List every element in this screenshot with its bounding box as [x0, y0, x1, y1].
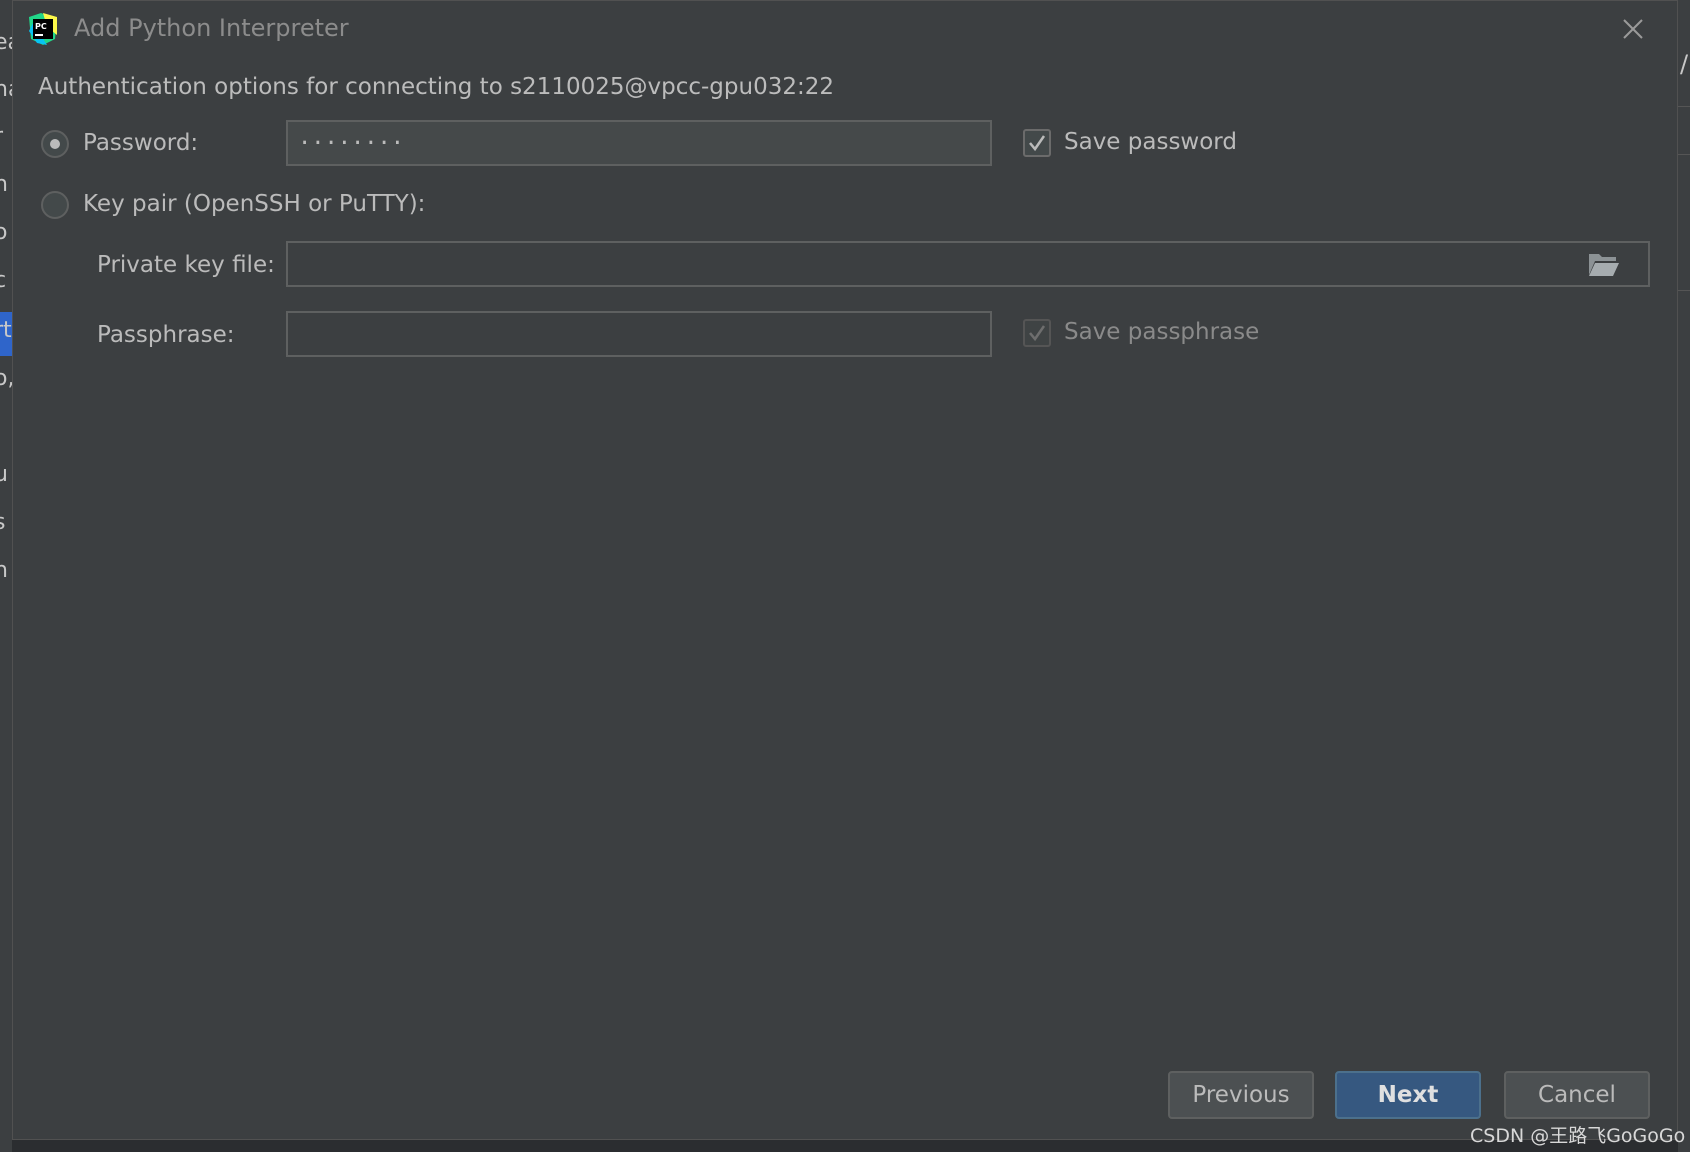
save-password-checkbox[interactable]: [1023, 129, 1051, 157]
authentication-heading: Authentication options for connecting to…: [38, 74, 834, 100]
key-pair-label: Key pair (OpenSSH or PuTTY):: [83, 191, 426, 217]
next-button[interactable]: Next: [1335, 1071, 1481, 1119]
svg-text:PC: PC: [35, 22, 47, 31]
password-field[interactable]: [286, 120, 992, 166]
folder-icon[interactable]: [1588, 251, 1620, 277]
background-text-fragment: o,: [0, 366, 12, 391]
previous-button[interactable]: Previous: [1168, 1071, 1314, 1119]
close-icon: [1623, 19, 1643, 39]
cancel-button[interactable]: Cancel: [1504, 1071, 1650, 1119]
background-divider: [1678, 290, 1690, 291]
close-button[interactable]: [1617, 13, 1649, 45]
radio-selected-dot: [50, 139, 60, 149]
add-python-interpreter-dialog: PC Add Python Interpreter Authentication…: [12, 0, 1678, 1140]
background-ide-right-panel: /p: [1678, 0, 1690, 1152]
background-text-fragment: c: [0, 268, 7, 293]
csdn-watermark: CSDN @王路飞GoGoGo: [1470, 1125, 1686, 1147]
pycharm-icon: PC: [29, 13, 57, 45]
checkmark-icon: [1029, 135, 1046, 152]
background-text-fragment: ea: [0, 30, 12, 55]
save-passphrase-label: Save passphrase: [1064, 319, 1260, 345]
passphrase-field[interactable]: [286, 311, 992, 357]
background-text-fragment: r: [0, 124, 3, 149]
key-pair-radio[interactable]: [41, 191, 69, 219]
password-label: Password:: [83, 130, 199, 156]
background-text-fragment: rt: [0, 318, 12, 343]
private-key-file-field[interactable]: [286, 241, 1650, 287]
dialog-title: Add Python Interpreter: [74, 14, 349, 42]
save-password-label: Save password: [1064, 129, 1237, 155]
background-text-fragment: o: [0, 220, 8, 245]
private-key-file-label: Private key file:: [97, 252, 275, 278]
password-radio[interactable]: [41, 130, 69, 158]
background-text-fragment: u: [0, 462, 8, 487]
background-text-fragment: n: [0, 558, 8, 583]
background-divider: [1678, 106, 1690, 107]
background-text-fragment: ,: [0, 414, 1, 439]
background-text-fragment: ha: [0, 77, 12, 102]
passphrase-label: Passphrase:: [97, 322, 235, 348]
background-text-fragment: /p: [1680, 50, 1690, 78]
checkmark-icon: [1029, 325, 1046, 342]
dialog-title-bar[interactable]: PC Add Python Interpreter: [13, 1, 1677, 61]
save-passphrase-checkbox[interactable]: [1023, 319, 1051, 347]
background-text-fragment: s: [0, 510, 5, 535]
background-divider: [1678, 154, 1690, 155]
background-ide-left-panel: ea ha r n o c rt o, , u s n: [0, 0, 12, 1152]
background-text-fragment: n: [0, 172, 8, 197]
